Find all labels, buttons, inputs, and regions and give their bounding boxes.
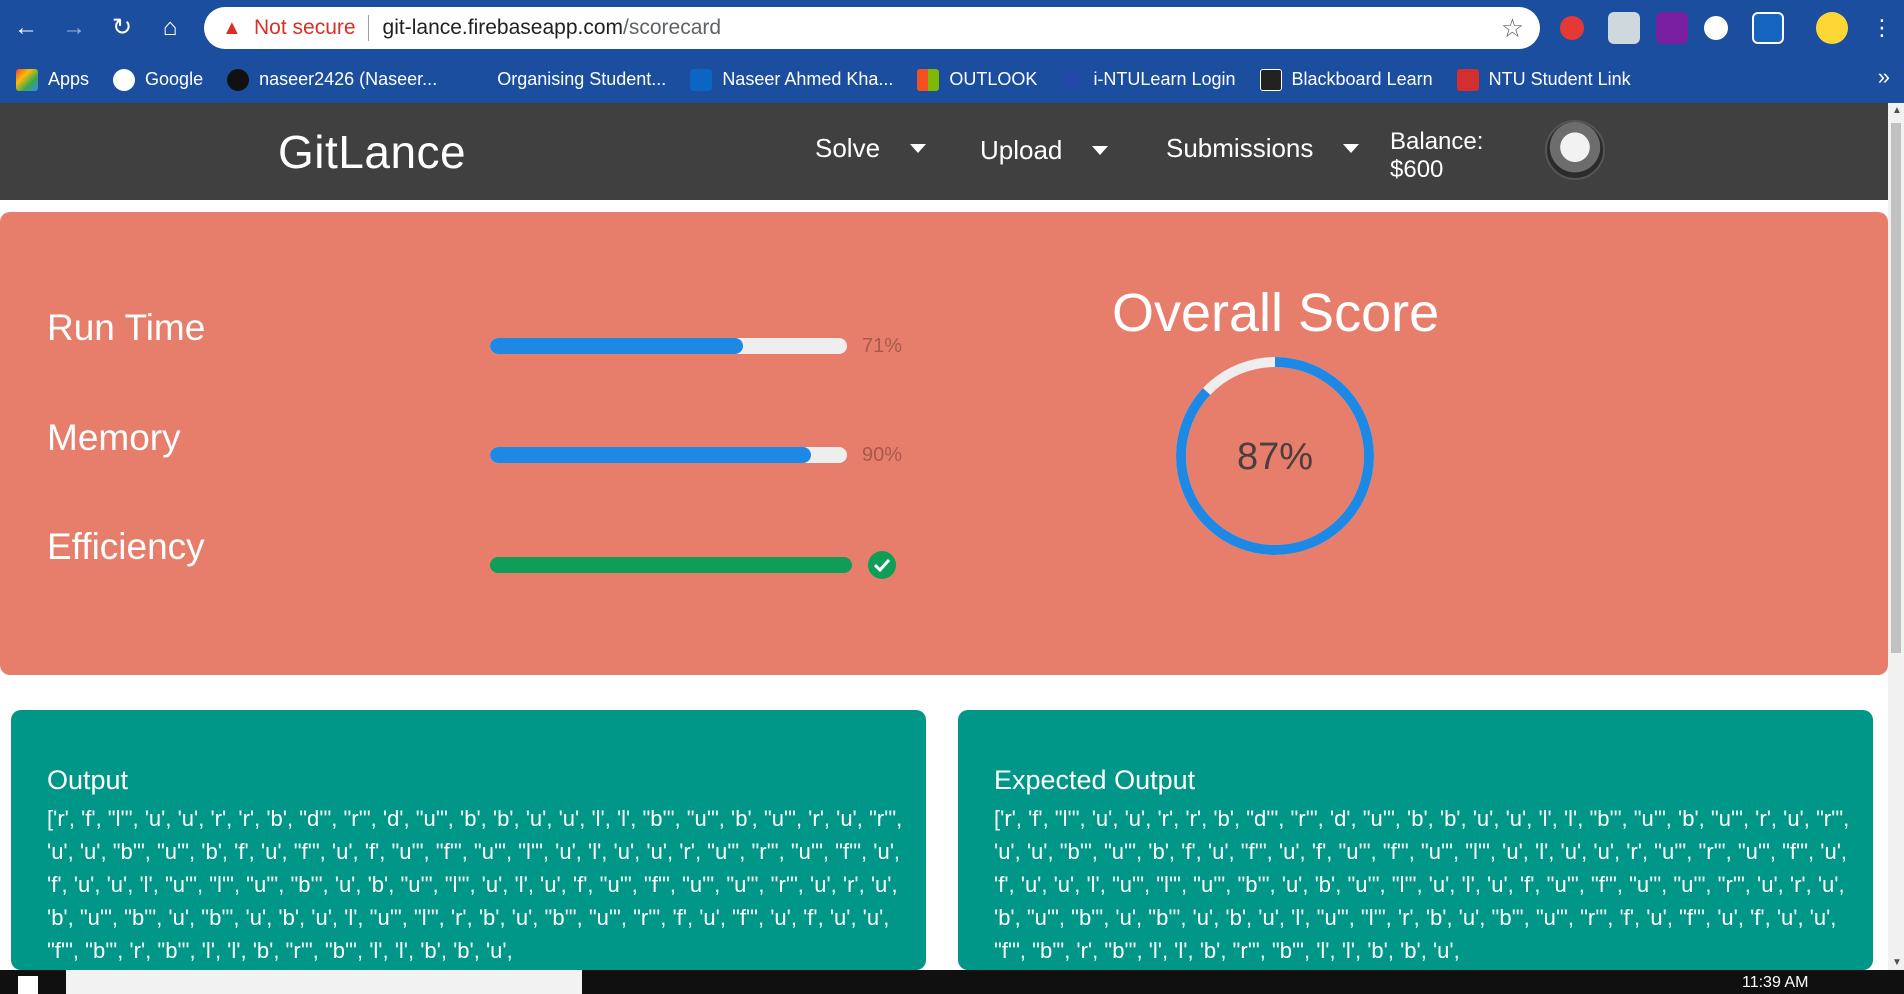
metric-memory-fill: [490, 447, 812, 463]
security-label[interactable]: Not secure: [254, 16, 356, 40]
metric-efficiency-bar: [490, 557, 852, 573]
taskbar-search-box[interactable]: [66, 970, 582, 994]
browser-toolbar: ← → ↻ ⌂ ▲ Not secure git-lance.firebasea…: [0, 0, 1904, 56]
overall-score-title: Overall Score: [1112, 283, 1440, 343]
nav-upload-label: Upload: [980, 135, 1063, 165]
bookmark-label: Organising Student...: [497, 69, 667, 89]
bookmark-label: Google: [145, 69, 204, 89]
bookmarks-overflow-icon[interactable]: »: [1878, 64, 1890, 90]
bookmark-ntu-student-link[interactable]: NTU Student Link: [1456, 64, 1631, 96]
windows-taskbar: 11:39 AM: [0, 970, 1904, 994]
extension-5-icon[interactable]: [1752, 12, 1784, 44]
output-text: ['r', 'f', "l'", 'u', 'u', 'r', 'r', 'b'…: [47, 806, 903, 963]
balance-value: $600: [1390, 156, 1444, 183]
scroll-down-icon[interactable]: ▼: [1892, 957, 1902, 968]
omnibox-divider: [367, 15, 369, 41]
bookmark-ntulearn[interactable]: i-NTULearn Login: [1061, 64, 1236, 96]
bookmark-blackboard[interactable]: Blackboard Learn: [1259, 64, 1433, 96]
caret-down-icon: [1092, 146, 1109, 155]
metric-memory-label: Memory: [47, 417, 181, 458]
score-card: Run Time 71% Memory 90% Efficiency Overa…: [0, 212, 1888, 675]
caret-down-icon: [910, 144, 927, 153]
metric-efficiency-label: Efficiency: [47, 526, 205, 567]
page-scrollbar[interactable]: ▲ ▼: [1888, 103, 1904, 970]
user-avatar[interactable]: [1545, 120, 1605, 180]
nav-upload-dropdown[interactable]: Upload: [980, 135, 1109, 166]
extension-4-icon[interactable]: [1704, 16, 1728, 40]
nav-submissions-label: Submissions: [1166, 133, 1314, 163]
extension-3-icon[interactable]: [1656, 12, 1688, 44]
expected-output-card: Expected Output ['r', 'f', "l'", 'u', 'u…: [958, 710, 1873, 970]
metric-memory-bar: [490, 447, 847, 463]
output-card: Output ['r', 'f', "l'", 'u', 'u', 'r', '…: [11, 710, 926, 970]
bookmark-label: Blackboard Learn: [1291, 69, 1433, 89]
apps-grid-icon: [16, 68, 38, 91]
windows-start-icon[interactable]: [18, 976, 38, 994]
bookmark-github[interactable]: naseer2426 (Naseer...: [227, 64, 437, 96]
github-icon: [227, 68, 250, 91]
bookmark-label: naseer2426 (Naseer...: [259, 69, 438, 89]
app-navbar: GitLance Solve Upload Submissions Balanc…: [0, 103, 1888, 200]
menu-dots-icon[interactable]: ⋮: [1866, 12, 1898, 44]
metric-runtime-fill: [490, 338, 744, 354]
extension-1-icon[interactable]: [1560, 16, 1584, 40]
address-bar[interactable]: ▲ Not secure git-lance.firebaseapp.com/s…: [204, 7, 1540, 49]
nav-submissions-dropdown[interactable]: Submissions: [1166, 133, 1360, 164]
bookmark-label: OUTLOOK: [949, 69, 1038, 89]
google-icon: [113, 68, 136, 91]
microsoft-icon: [917, 68, 940, 91]
profile-avatar-icon[interactable]: [1816, 12, 1848, 44]
bookmark-label: Naseer Ahmed Kha...: [722, 69, 894, 89]
ntu-icon: [1456, 68, 1479, 91]
expected-output-text: ['r', 'f', "l'", 'u', 'u', 'r', 'r', 'b'…: [994, 806, 1850, 963]
warning-icon: ▲: [222, 17, 242, 39]
caret-down-icon: [1343, 144, 1360, 153]
balance-display: Balance: $600: [1390, 128, 1483, 184]
linkedin-icon: [690, 68, 713, 91]
home-icon[interactable]: ⌂: [154, 12, 186, 44]
nav-solve-dropdown[interactable]: Solve: [815, 133, 927, 164]
bookmark-linkedin[interactable]: Naseer Ahmed Kha...: [690, 64, 893, 96]
metric-memory-percent: 90%: [862, 444, 903, 466]
bookmark-apps[interactable]: Apps: [16, 64, 89, 96]
back-arrow-icon[interactable]: ←: [10, 12, 42, 44]
taskbar-clock[interactable]: 11:39 AM: [1742, 974, 1808, 992]
metric-runtime-label: Run Time: [47, 307, 206, 348]
expected-output-title: Expected Output: [994, 765, 1196, 795]
brand-logo[interactable]: GitLance: [278, 125, 466, 179]
bookmark-label: i-NTULearn Login: [1093, 69, 1236, 89]
url-host: git-lance.firebaseapp.com: [382, 16, 624, 39]
scroll-up-icon[interactable]: ▲: [1892, 105, 1902, 116]
blackboard-icon: [1259, 68, 1282, 91]
reload-icon[interactable]: ↻: [106, 12, 138, 44]
bookmark-outlook[interactable]: OUTLOOK: [917, 64, 1037, 96]
metric-runtime-percent: 71%: [862, 335, 903, 357]
bookmark-label: NTU Student Link: [1488, 69, 1631, 89]
check-circle-icon: [868, 551, 896, 579]
overall-score-value: 87%: [1236, 436, 1314, 478]
ntulearn-icon: [1061, 68, 1084, 91]
extension-2-icon[interactable]: [1608, 12, 1640, 44]
url-path: /scorecard: [623, 16, 722, 39]
bookmark-google[interactable]: Google: [113, 64, 203, 96]
forward-arrow-icon[interactable]: →: [58, 12, 90, 44]
bookmark-organising[interactable]: Organising Student...: [497, 64, 666, 96]
bookmark-label: Apps: [48, 69, 90, 89]
balance-label: Balance:: [1390, 128, 1484, 155]
scroll-thumb[interactable]: [1891, 123, 1901, 653]
output-title: Output: [47, 765, 129, 795]
nav-solve-label: Solve: [815, 133, 881, 163]
metric-runtime-bar: [490, 338, 847, 354]
bookmarks-bar: Apps Google naseer2426 (Naseer... Organi…: [0, 56, 1904, 103]
bookmark-star-icon[interactable]: ☆: [1501, 13, 1524, 44]
